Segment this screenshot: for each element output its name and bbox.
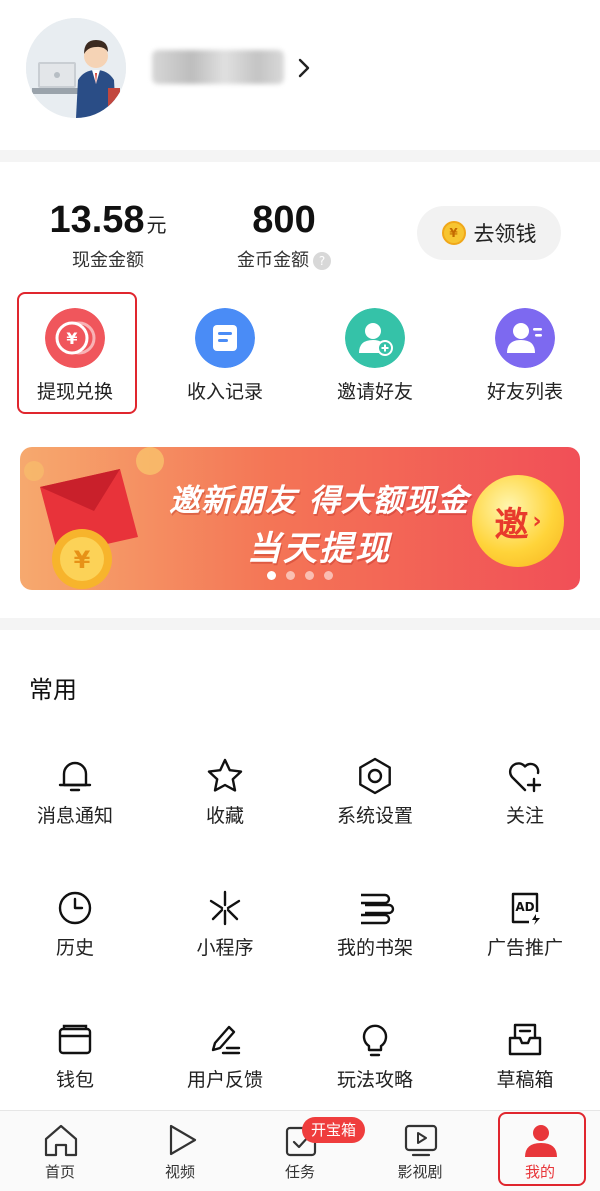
carousel-dot[interactable] xyxy=(305,571,314,580)
help-icon[interactable]: ? xyxy=(313,252,331,270)
tab-dramas[interactable]: 影视剧 xyxy=(360,1111,480,1191)
svg-text:¥: ¥ xyxy=(74,546,91,574)
heart-plus-icon xyxy=(508,762,542,793)
coin-label-line: 金币金额? xyxy=(214,250,354,272)
coin-label: 金币金额 xyxy=(237,250,309,271)
banner-headline: 邀新朋友 得大额现金 xyxy=(169,483,469,519)
tool-label: 玩法攻略 xyxy=(336,1069,413,1091)
withdraw-highlight-box xyxy=(17,292,137,414)
feedback-pen-icon xyxy=(211,1025,241,1055)
cash-amount[interactable]: 13.58 元 现金金额 xyxy=(28,200,188,272)
carousel-dot[interactable] xyxy=(286,571,295,580)
tool-label: 历史 xyxy=(55,937,94,959)
lightbulb-icon xyxy=(362,1024,388,1057)
ad-icon: AD xyxy=(511,892,540,925)
quick-action-label: 收入记录 xyxy=(186,381,263,403)
quick-action-invite[interactable]: 邀请好友 xyxy=(300,292,450,416)
invite-badge-text: 邀 xyxy=(494,504,529,545)
tab-label: 首页 xyxy=(44,1163,75,1181)
invite-friend-icon xyxy=(345,308,405,368)
bell-icon xyxy=(58,761,92,792)
carousel-dot[interactable] xyxy=(267,571,276,580)
common-tools-section: 常用 消息通知 收藏 系统设置 关注 历史 小程序 我的书架 AD 广告推广 钱… xyxy=(0,630,600,1110)
tv-play-icon xyxy=(404,1124,438,1157)
friend-list-icon xyxy=(495,308,555,368)
cash-value: 13.58 xyxy=(49,199,145,241)
record-icon xyxy=(195,308,255,368)
quick-action-income-record[interactable]: 收入记录 xyxy=(150,292,300,416)
tool-label: 广告推广 xyxy=(486,937,563,959)
tool-label: 消息通知 xyxy=(36,805,113,827)
tool-history[interactable]: 历史 xyxy=(0,888,150,998)
cash-value-line: 13.58 元 xyxy=(28,200,188,240)
chevron-right-icon: › xyxy=(532,508,542,534)
tool-settings[interactable]: 系统设置 xyxy=(300,756,450,866)
carousel-dot[interactable] xyxy=(324,571,333,580)
carousel-dots xyxy=(20,571,580,580)
avatar-illustration xyxy=(26,18,126,118)
bookshelf-icon xyxy=(361,893,395,925)
quick-action-friend-list[interactable]: 好友列表 xyxy=(450,292,600,416)
coin-value: 800 xyxy=(252,199,316,241)
avatar[interactable] xyxy=(26,18,126,118)
cash-unit: 元 xyxy=(146,213,167,237)
quick-action-label: 邀请好友 xyxy=(336,381,413,403)
earn-money-label: 去领钱 xyxy=(473,222,537,246)
clock-icon xyxy=(58,891,92,925)
tab-video[interactable]: 视频 xyxy=(120,1111,240,1191)
tool-label: 收藏 xyxy=(205,805,244,827)
mini-program-icon xyxy=(209,890,241,926)
tool-label: 草稿箱 xyxy=(496,1069,554,1091)
quick-action-label: 好友列表 xyxy=(486,381,563,403)
tool-label: 钱包 xyxy=(55,1069,94,1091)
tab-label: 视频 xyxy=(164,1163,195,1181)
tab-label: 任务 xyxy=(284,1163,315,1181)
wallet-card: 13.58 元 现金金额 800 金币金额? ¥ 去领钱 ¥ 提现兑换 收入记录… xyxy=(0,162,600,618)
profile-header xyxy=(0,0,600,150)
gear-icon xyxy=(359,757,391,795)
username-blurred[interactable] xyxy=(152,50,284,84)
drafts-icon xyxy=(508,1023,542,1056)
coin-icon: ¥ xyxy=(441,221,466,245)
open-chest-badge[interactable]: 开宝箱 xyxy=(302,1117,366,1143)
section-title: 常用 xyxy=(29,676,77,704)
svg-text:AD: AD xyxy=(515,900,534,914)
chevron-right-icon[interactable] xyxy=(294,56,314,80)
tool-follow[interactable]: 关注 xyxy=(450,756,600,866)
star-icon xyxy=(207,758,243,792)
tab-label: 影视剧 xyxy=(397,1163,443,1181)
invite-badge[interactable]: 邀 › xyxy=(472,475,564,567)
tool-label: 系统设置 xyxy=(336,805,413,827)
tool-bookshelf[interactable]: 我的书架 xyxy=(300,888,450,998)
tool-notifications[interactable]: 消息通知 xyxy=(0,756,150,866)
play-icon xyxy=(169,1124,197,1156)
coin-amount[interactable]: 800 金币金额? xyxy=(214,200,354,272)
invite-banner[interactable]: ¥ 邀新朋友 得大额现金 当天提现 邀 › xyxy=(20,447,580,590)
tool-label: 小程序 xyxy=(196,937,254,959)
tool-mini-program[interactable]: 小程序 xyxy=(150,888,300,998)
tool-label: 用户反馈 xyxy=(186,1069,263,1091)
banner-subline: 当天提现 xyxy=(247,529,391,569)
tool-favorites[interactable]: 收藏 xyxy=(150,756,300,866)
cash-label: 现金金额 xyxy=(72,250,144,271)
me-tab-highlight-box xyxy=(498,1112,586,1186)
tool-label: 关注 xyxy=(505,805,544,827)
earn-money-button[interactable]: ¥ 去领钱 xyxy=(417,206,561,260)
tool-label: 我的书架 xyxy=(336,937,413,959)
tab-home[interactable]: 首页 xyxy=(0,1111,120,1191)
wallet-icon xyxy=(58,1024,92,1055)
tool-advertising[interactable]: AD 广告推广 xyxy=(450,888,600,998)
home-icon xyxy=(44,1124,78,1157)
